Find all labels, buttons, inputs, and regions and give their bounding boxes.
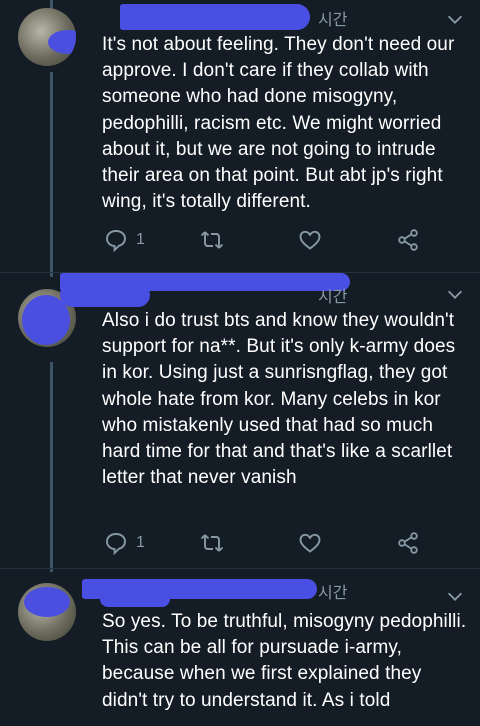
avatar[interactable] bbox=[18, 8, 76, 66]
chevron-down-icon[interactable] bbox=[444, 585, 466, 607]
redacted-username bbox=[60, 283, 150, 307]
tweet-3[interactable]: 시간 So yes. To be truthful, misogyny pedo… bbox=[0, 569, 480, 726]
timestamp: 시간 bbox=[318, 289, 348, 306]
redacted-username bbox=[100, 591, 170, 607]
tweet-actions: 1 bbox=[100, 226, 430, 256]
reply-button[interactable]: 1 bbox=[104, 529, 145, 557]
tweet-actions: 1 bbox=[100, 529, 430, 559]
reply-button[interactable]: 1 bbox=[104, 226, 145, 254]
tweet-1[interactable]: 시간 It's not about feeling. They don't ne… bbox=[0, 0, 480, 270]
retweet-icon bbox=[200, 534, 224, 552]
avatar[interactable] bbox=[18, 583, 76, 641]
like-icon bbox=[299, 533, 321, 553]
chevron-down-icon[interactable] bbox=[444, 8, 466, 30]
reply-count: 1 bbox=[136, 231, 145, 248]
share-icon bbox=[398, 229, 418, 251]
like-icon bbox=[299, 230, 321, 250]
tweet-text: It's not about feeling. They don't need … bbox=[102, 34, 460, 213]
reply-icon bbox=[106, 533, 126, 555]
retweet-button[interactable] bbox=[200, 529, 224, 557]
reply-icon bbox=[106, 230, 126, 252]
share-icon bbox=[398, 532, 418, 554]
redacted-username bbox=[120, 4, 310, 30]
retweet-button[interactable] bbox=[200, 226, 224, 254]
retweet-icon bbox=[200, 231, 224, 249]
chevron-down-icon[interactable] bbox=[444, 283, 466, 305]
timestamp: 시간 bbox=[318, 12, 348, 29]
share-button[interactable] bbox=[396, 529, 420, 557]
reply-count: 1 bbox=[136, 534, 145, 551]
tweet-text: So yes. To be truthful, misogyny pedophi… bbox=[102, 611, 472, 711]
like-button[interactable] bbox=[298, 226, 322, 254]
share-button[interactable] bbox=[396, 226, 420, 254]
tweet-2[interactable]: 시간 Also i do trust bts and know they wou… bbox=[0, 273, 480, 563]
tweet-text: Also i do trust bts and know they wouldn… bbox=[102, 310, 461, 489]
timestamp: 시간 bbox=[318, 585, 348, 602]
like-button[interactable] bbox=[298, 529, 322, 557]
